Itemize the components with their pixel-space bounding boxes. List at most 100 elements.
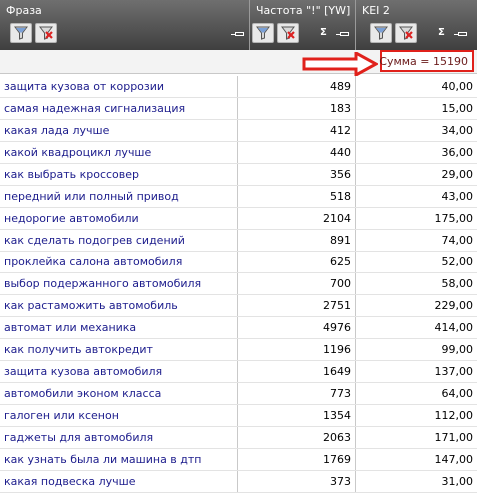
kei-cell[interactable]: 31,00 (356, 471, 477, 492)
phrase-column-tools (10, 23, 60, 43)
table-row[interactable]: как сделать подогрев сидений 891 74,00 (0, 229, 477, 252)
phrase-cell[interactable]: автомат или механика (0, 317, 238, 339)
frequency-cell[interactable]: 2104 (238, 207, 356, 229)
filter-button[interactable] (370, 23, 392, 43)
phrase-cell[interactable]: защита кузова от коррозии (0, 76, 238, 97)
frequency-cell[interactable]: 773 (238, 383, 356, 405)
kei-cell[interactable]: 74,00 (356, 230, 477, 251)
table-row[interactable]: гаджеты для автомобиля 2063 171,00 (0, 427, 477, 449)
pin-icon[interactable] (454, 32, 467, 36)
table-row[interactable]: как выбрать кроссовер 356 29,00 (0, 163, 477, 186)
phrase-cell[interactable]: самая надежная сигнализация (0, 97, 238, 119)
kei-cell[interactable]: 15,00 (356, 98, 477, 119)
kei-cell[interactable]: 43,00 (356, 186, 477, 207)
phrase-cell[interactable]: галоген или ксенон (0, 405, 238, 426)
kei-cell[interactable]: 36,00 (356, 142, 477, 163)
column-title-frequency: Частота "!" [YW] (256, 4, 351, 17)
filter-icon (374, 26, 388, 40)
clear-filter-button[interactable] (35, 23, 57, 43)
frequency-cell[interactable]: 373 (238, 470, 356, 492)
column-header-phrase[interactable]: Фраза (0, 0, 250, 50)
phrase-cell[interactable]: автомобили эконом класса (0, 383, 238, 405)
table-row[interactable]: какая лада лучше 412 34,00 (0, 119, 477, 142)
table-row[interactable]: как растаможить автомобиль 2751 229,00 (0, 295, 477, 318)
phrase-cell[interactable]: как сделать подогрев сидений (0, 229, 238, 251)
frequency-cell[interactable]: 518 (238, 185, 356, 207)
sum-sigma-icon[interactable]: Σ (438, 27, 445, 38)
frequency-cell[interactable]: 625 (238, 251, 356, 273)
filter-button[interactable] (252, 23, 274, 43)
phrase-cell[interactable]: как узнать была ли машина в дтп (0, 448, 238, 470)
frequency-cell[interactable]: 412 (238, 119, 356, 141)
phrase-cell[interactable]: какой квадроцикл лучше (0, 141, 238, 163)
kei-cell[interactable]: 99,00 (356, 339, 477, 360)
frequency-cell[interactable]: 2751 (238, 295, 356, 317)
frequency-cell[interactable]: 891 (238, 229, 356, 251)
sum-highlight-box: Сумма = 15190 (379, 50, 474, 72)
frequency-cell[interactable]: 489 (238, 76, 356, 97)
frequency-cell[interactable]: 700 (238, 273, 356, 295)
table-row[interactable]: как получить автокредит 1196 99,00 (0, 339, 477, 362)
frequency-cell[interactable]: 2063 (238, 427, 356, 448)
phrase-cell[interactable]: недорогие автомобили (0, 207, 238, 229)
frequency-cell[interactable]: 1196 (238, 339, 356, 361)
frequency-cell[interactable]: 1649 (238, 361, 356, 383)
table-row[interactable]: недорогие автомобили 2104 175,00 (0, 207, 477, 230)
kei-cell[interactable]: 171,00 (356, 427, 477, 448)
table-row[interactable]: передний или полный привод 518 43,00 (0, 185, 477, 208)
filter-icon (256, 26, 270, 40)
column-header-kei[interactable]: KEI 2 Σ (356, 0, 477, 50)
column-header-frequency[interactable]: Частота "!" [YW] Σ (250, 0, 356, 50)
sum-sigma-icon[interactable]: Σ (320, 27, 327, 38)
table-row[interactable]: автомобили эконом класса 773 64,00 (0, 383, 477, 406)
phrase-cell[interactable]: как растаможить автомобиль (0, 295, 238, 317)
kei-cell[interactable]: 29,00 (356, 164, 477, 185)
phrase-cell[interactable]: какая лада лучше (0, 119, 238, 141)
phrase-cell[interactable]: гаджеты для автомобиля (0, 427, 238, 448)
phrase-cell[interactable]: какая подвеска лучше (0, 470, 238, 492)
table-row[interactable]: защита кузова от коррозии 489 40,00 (0, 76, 477, 98)
kei-cell[interactable]: 147,00 (356, 449, 477, 470)
phrase-cell[interactable]: как получить автокредит (0, 339, 238, 361)
kei-cell[interactable]: 40,00 (356, 76, 477, 97)
table-row[interactable]: какой квадроцикл лучше 440 36,00 (0, 141, 477, 164)
table-row[interactable]: выбор подержанного автомобиля 700 58,00 (0, 273, 477, 296)
kei-cell[interactable]: 34,00 (356, 120, 477, 141)
kei-cell[interactable]: 175,00 (356, 208, 477, 229)
filter-button[interactable] (10, 23, 32, 43)
table-row[interactable]: какая подвеска лучше 373 31,00 (0, 470, 477, 493)
column-header-bar: Фраза Частота "!" [YW] Σ KEI 2 Σ (0, 0, 477, 50)
column-title-phrase: Фраза (6, 4, 42, 17)
phrase-cell[interactable]: проклейка салона автомобиля (0, 251, 238, 273)
frequency-cell[interactable]: 356 (238, 163, 356, 185)
frequency-cell[interactable]: 1769 (238, 448, 356, 470)
kei-cell[interactable]: 137,00 (356, 361, 477, 382)
frequency-cell[interactable]: 1354 (238, 405, 356, 426)
phrase-cell[interactable]: защита кузова автомобиля (0, 361, 238, 383)
kei-cell[interactable]: 52,00 (356, 252, 477, 273)
frequency-cell[interactable]: 440 (238, 141, 356, 163)
kei-cell[interactable]: 58,00 (356, 273, 477, 294)
clear-filter-button[interactable] (277, 23, 299, 43)
table-row[interactable]: самая надежная сигнализация 183 15,00 (0, 97, 477, 120)
kei-cell[interactable]: 112,00 (356, 405, 477, 426)
phrase-cell[interactable]: передний или полный привод (0, 185, 238, 207)
kei-cell[interactable]: 229,00 (356, 295, 477, 316)
table-row[interactable]: как узнать была ли машина в дтп 1769 147,0… (0, 448, 477, 471)
filter-icon (14, 26, 28, 40)
frequency-cell[interactable]: 4976 (238, 317, 356, 339)
phrase-cell[interactable]: как выбрать кроссовер (0, 163, 238, 185)
clear-filter-button[interactable] (395, 23, 417, 43)
phrase-cell[interactable]: выбор подержанного автомобиля (0, 273, 238, 295)
table-row[interactable]: галоген или ксенон 1354 112,00 (0, 405, 477, 427)
table-row[interactable]: проклейка салона автомобиля 625 52,00 (0, 251, 477, 274)
data-grid: защита кузова от коррозии 489 40,00 самая н… (0, 76, 477, 493)
pin-icon[interactable] (336, 32, 349, 36)
kei-column-tools (370, 23, 420, 43)
kei-cell[interactable]: 64,00 (356, 383, 477, 404)
table-row[interactable]: автомат или механика 4976 414,00 (0, 317, 477, 340)
table-row[interactable]: защита кузова автомобиля 1649 137,00 (0, 361, 477, 384)
kei-cell[interactable]: 414,00 (356, 317, 477, 338)
pin-icon[interactable] (231, 32, 244, 36)
frequency-cell[interactable]: 183 (238, 97, 356, 119)
